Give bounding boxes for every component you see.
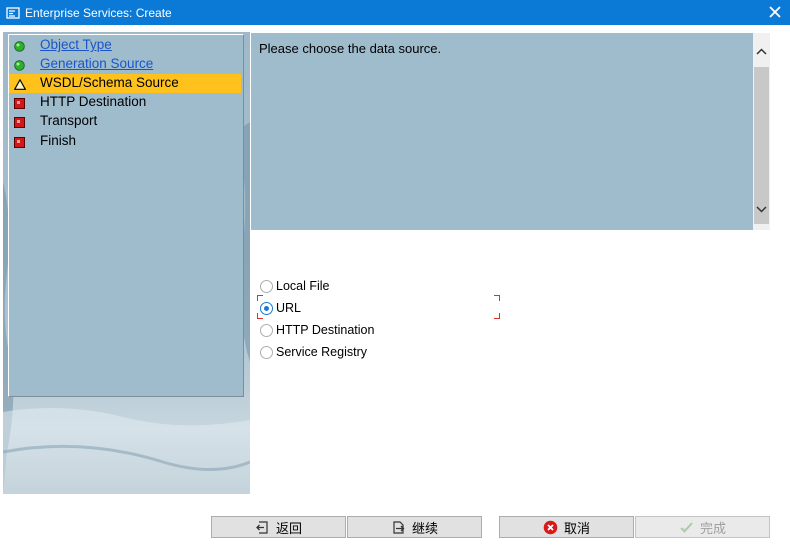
- radio-url[interactable]: URL: [260, 299, 301, 317]
- step-label: WSDL/Schema Source: [40, 75, 179, 90]
- title-bar: Enterprise Services: Create: [0, 0, 790, 25]
- complete-button[interactable]: 完成: [635, 516, 770, 538]
- step-label: HTTP Destination: [40, 94, 147, 109]
- window-app-icon: [6, 6, 20, 20]
- radio-local-file[interactable]: Local File: [260, 277, 330, 295]
- status-complete-icon: [14, 59, 25, 71]
- continue-button[interactable]: 继续: [347, 516, 482, 538]
- status-pending-icon: [14, 97, 25, 109]
- step-generation-source[interactable]: Generation Source: [9, 55, 243, 74]
- radio-service-registry[interactable]: Service Registry: [260, 343, 367, 361]
- status-pending-icon: [14, 116, 25, 128]
- step-label[interactable]: Object Type: [40, 37, 112, 52]
- continue-arrow-icon: [391, 520, 406, 535]
- back-button[interactable]: 返回: [211, 516, 346, 538]
- complete-button-label: 完成: [699, 520, 726, 536]
- window-title: Enterprise Services: Create: [25, 5, 172, 20]
- status-pending-icon: [14, 136, 25, 148]
- focus-indicator: [494, 313, 500, 319]
- back-arrow-icon: [255, 520, 270, 535]
- cancel-button[interactable]: 取消: [499, 516, 634, 538]
- status-complete-icon: [14, 40, 25, 52]
- radio-label[interactable]: Local File: [276, 279, 330, 293]
- back-button-label: 返回: [275, 520, 302, 536]
- status-warning-icon: [13, 78, 27, 90]
- step-label: Finish: [40, 133, 77, 148]
- instruction-text: Please choose the data source.: [259, 41, 442, 56]
- cancel-icon: [543, 520, 558, 535]
- close-icon[interactable]: [766, 3, 784, 21]
- checkmark-icon: [679, 520, 694, 535]
- radio-label[interactable]: HTTP Destination: [276, 323, 374, 337]
- step-object-type[interactable]: Object Type: [9, 36, 243, 55]
- continue-button-label: 继续: [411, 520, 438, 536]
- step-transport: Transport: [9, 112, 243, 131]
- radio-button[interactable]: [260, 323, 273, 337]
- focus-indicator: [257, 295, 263, 301]
- wizard-steps-list: Object Type Generation Source WSDL/Schem…: [8, 34, 244, 397]
- cancel-button-label: 取消: [563, 520, 590, 536]
- focus-indicator: [494, 295, 500, 301]
- radio-http-destination[interactable]: HTTP Destination: [260, 321, 374, 339]
- radio-button[interactable]: [260, 345, 273, 359]
- radio-label[interactable]: Service Registry: [276, 345, 367, 359]
- chevron-up-icon[interactable]: [753, 43, 770, 59]
- step-label[interactable]: Generation Source: [40, 56, 153, 71]
- message-area: Please choose the data source.: [251, 33, 753, 230]
- message-scrollbar[interactable]: [753, 33, 770, 230]
- focus-indicator: [257, 313, 263, 319]
- radio-label[interactable]: URL: [276, 301, 301, 315]
- chevron-down-icon[interactable]: [753, 201, 770, 217]
- radio-button[interactable]: [260, 279, 273, 293]
- step-label: Transport: [40, 113, 98, 128]
- step-wsdl-schema-source[interactable]: WSDL/Schema Source: [9, 74, 241, 93]
- step-finish: Finish: [9, 132, 243, 151]
- step-http-destination: HTTP Destination: [9, 93, 243, 112]
